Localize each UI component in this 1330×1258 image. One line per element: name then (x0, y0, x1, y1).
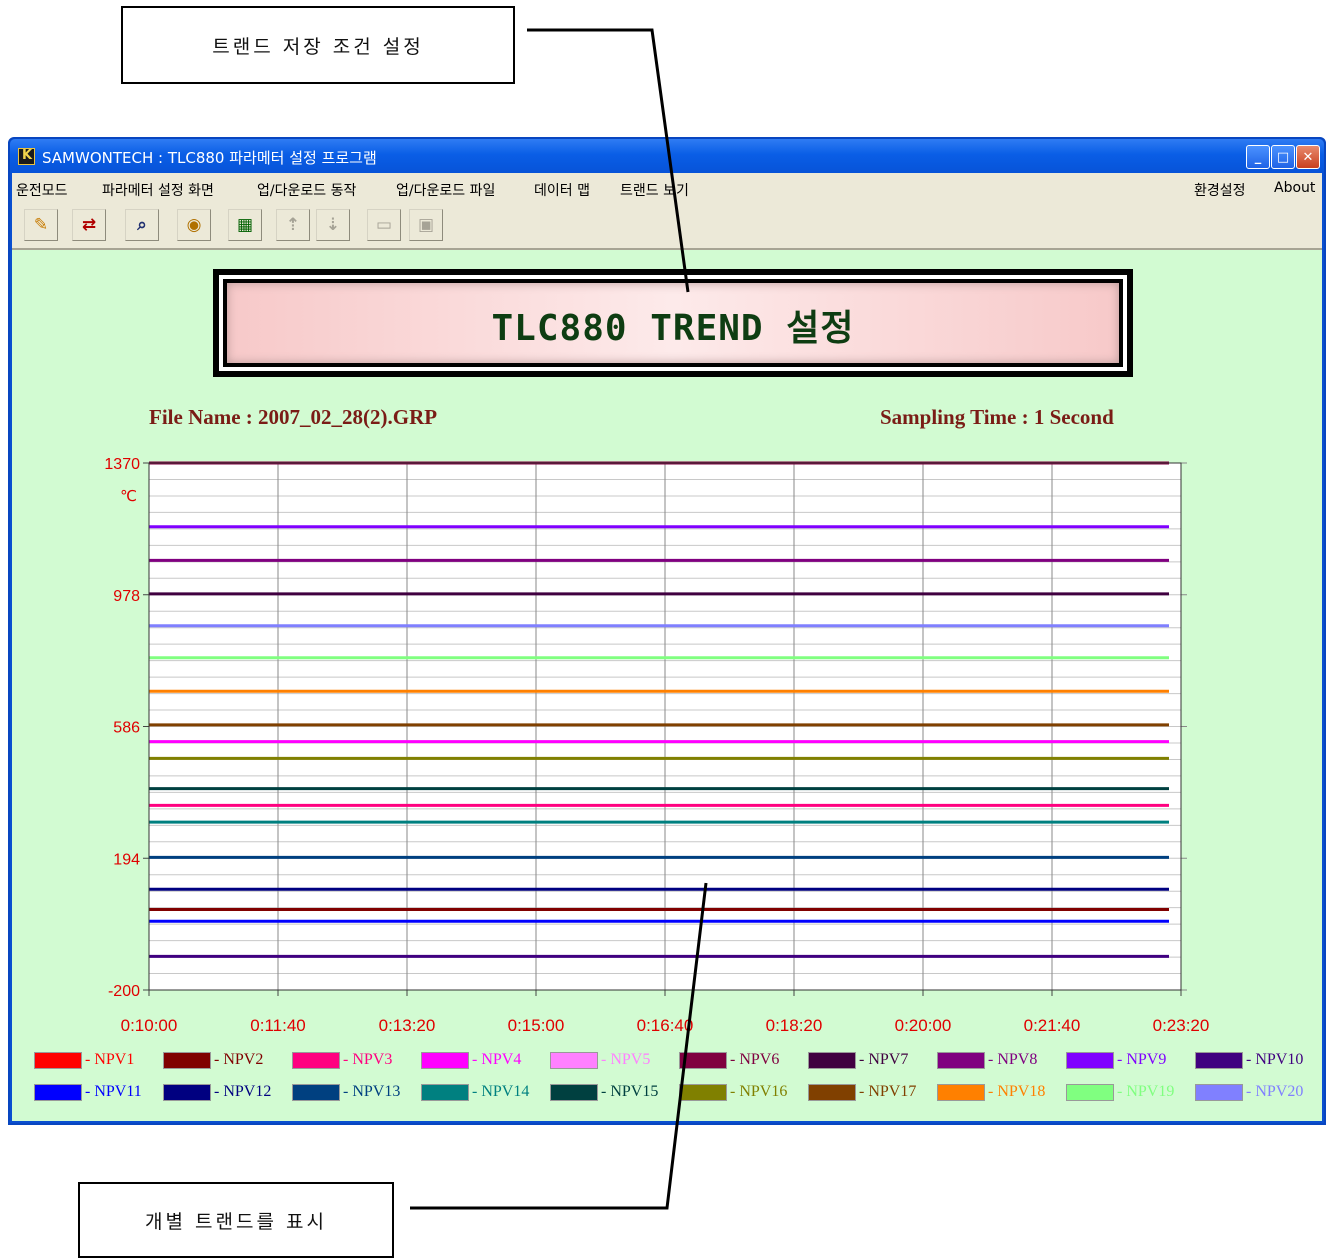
legend-item-npv10[interactable]: - NPV10 (1195, 1050, 1303, 1070)
y-unit-label: ℃ (120, 487, 137, 505)
x-tick-label: 0:13:20 (379, 1016, 436, 1035)
legend-swatch (34, 1051, 82, 1069)
callout-top-text: 트랜드 저장 조건 설정 (212, 35, 424, 58)
x-tick-label: 0:21:40 (1024, 1016, 1081, 1035)
legend-item-npv3[interactable]: - NPV3 (292, 1050, 392, 1070)
legend-label: - NPV4 (472, 1051, 522, 1068)
legend-item-npv11[interactable]: - NPV11 (34, 1082, 142, 1102)
legend-item-npv18[interactable]: - NPV18 (937, 1082, 1045, 1102)
legend-swatch (1195, 1083, 1243, 1101)
callout-individual-trend: 개별 트랜드를 표시 (78, 1182, 394, 1258)
legend-swatch (421, 1051, 469, 1069)
legend-label: - NPV17 (859, 1083, 917, 1100)
legend-item-npv19[interactable]: - NPV19 (1066, 1082, 1174, 1102)
legend-label: - NPV5 (601, 1051, 651, 1068)
x-tick-label: 0:10:00 (121, 1016, 178, 1035)
legend-swatch (937, 1051, 985, 1069)
legend-label: - NPV11 (85, 1083, 142, 1100)
legend-label: - NPV6 (730, 1051, 780, 1068)
legend-swatch (679, 1051, 727, 1069)
x-tick-label: 0:20:00 (895, 1016, 952, 1035)
legend-swatch (292, 1083, 340, 1101)
x-tick-label: 0:16:40 (637, 1016, 694, 1035)
legend-label: - NPV10 (1246, 1051, 1304, 1068)
legend-label: - NPV3 (343, 1051, 393, 1068)
legend-item-npv16[interactable]: - NPV16 (679, 1082, 787, 1102)
legend-swatch (808, 1083, 856, 1101)
legend-item-npv2[interactable]: - NPV2 (163, 1050, 263, 1070)
legend-label: - NPV18 (988, 1083, 1046, 1100)
legend-item-npv15[interactable]: - NPV15 (550, 1082, 658, 1102)
y-tick-label: 978 (113, 588, 140, 605)
legend-item-npv17[interactable]: - NPV17 (808, 1082, 916, 1102)
legend-item-npv9[interactable]: - NPV9 (1066, 1050, 1166, 1070)
title-bar[interactable]: SAMWONTECH : TLC880 파라메터 설정 프로그램 _ □ ✕ (10, 139, 1324, 173)
close-button[interactable]: ✕ (1296, 145, 1320, 169)
legend-label: - NPV15 (601, 1083, 659, 1100)
legend-swatch (421, 1083, 469, 1101)
legend-item-npv7[interactable]: - NPV7 (808, 1050, 908, 1070)
callout-bottom-text: 개별 트랜드를 표시 (145, 1210, 327, 1233)
legend-swatch (1066, 1051, 1114, 1069)
legend-swatch (550, 1051, 598, 1069)
legend-swatch (679, 1083, 727, 1101)
app-icon (18, 148, 35, 165)
legend-label: - NPV8 (988, 1051, 1038, 1068)
legend-swatch (292, 1051, 340, 1069)
x-tick-label: 0:15:00 (508, 1016, 565, 1035)
legend-label: - NPV9 (1117, 1051, 1167, 1068)
y-tick-label: 194 (113, 851, 140, 868)
callout-trend-save-settings: 트랜드 저장 조건 설정 (121, 6, 515, 84)
legend-swatch (34, 1083, 82, 1101)
legend-item-npv14[interactable]: - NPV14 (421, 1082, 529, 1102)
legend-label: - NPV16 (730, 1083, 788, 1100)
window-title: SAMWONTECH : TLC880 파라메터 설정 프로그램 (42, 149, 377, 167)
legend-label: - NPV7 (859, 1051, 909, 1068)
legend-label: - NPV19 (1117, 1083, 1175, 1100)
legend-item-npv12[interactable]: - NPV12 (163, 1082, 271, 1102)
legend-swatch (163, 1051, 211, 1069)
legend-label: - NPV13 (343, 1083, 401, 1100)
legend-swatch (1195, 1051, 1243, 1069)
y-tick-label: 1370 (104, 456, 140, 473)
x-tick-label: 0:23:20 (1153, 1016, 1210, 1035)
x-tick-label: 0:18:20 (766, 1016, 823, 1035)
legend-label: - NPV2 (214, 1051, 264, 1068)
maximize-icon: □ (1276, 149, 1290, 165)
legend-swatch (550, 1083, 598, 1101)
legend-item-npv8[interactable]: - NPV8 (937, 1050, 1037, 1070)
legend-item-npv4[interactable]: - NPV4 (421, 1050, 521, 1070)
legend-label: - NPV20 (1246, 1083, 1304, 1100)
minimize-button[interactable]: _ (1246, 145, 1270, 169)
legend-item-npv1[interactable]: - NPV1 (34, 1050, 134, 1070)
close-icon: ✕ (1302, 149, 1314, 165)
trend-chart: 1370 978 586 194 -200 ℃ 0:10:00 0:11:40 0:13:20 0… (104, 456, 1210, 1035)
legend-item-npv13[interactable]: - NPV13 (292, 1082, 400, 1102)
legend-swatch (808, 1051, 856, 1069)
x-tick-label: 0:11:40 (250, 1016, 305, 1035)
legend-swatch (1066, 1083, 1114, 1101)
legend-item-npv6[interactable]: - NPV6 (679, 1050, 779, 1070)
maximize-button[interactable]: □ (1271, 145, 1295, 169)
legend-swatch (163, 1083, 211, 1101)
legend-swatch (937, 1083, 985, 1101)
minimize-icon: _ (1254, 149, 1262, 165)
y-tick-label: -200 (108, 983, 140, 1000)
legend-item-npv5[interactable]: - NPV5 (550, 1050, 650, 1070)
legend-label: - NPV14 (472, 1083, 530, 1100)
legend-label: - NPV12 (214, 1083, 272, 1100)
y-tick-label: 586 (113, 720, 140, 737)
client-area: 운전모드 파라메터 설정 화면 업/다운로드 동작 업/다운로드 파일 데이터 … (12, 173, 1322, 1121)
app-window: SAMWONTECH : TLC880 파라메터 설정 프로그램 _ □ ✕ 운… (8, 137, 1326, 1125)
legend-label: - NPV1 (85, 1051, 135, 1068)
legend-item-npv20[interactable]: - NPV20 (1195, 1082, 1303, 1102)
